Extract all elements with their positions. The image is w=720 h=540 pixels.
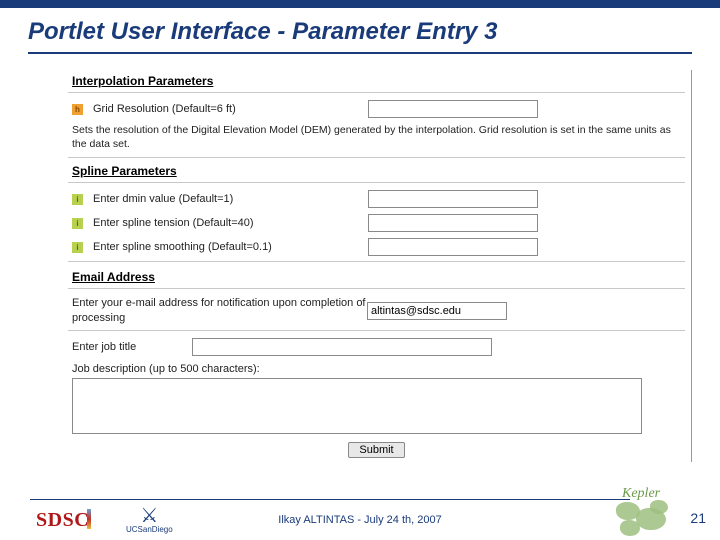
section-spline: Spline Parameters xyxy=(68,160,685,183)
page-number: 21 xyxy=(690,510,706,526)
trident-icon: ⚔ xyxy=(126,507,173,525)
grid-resolution-note: Sets the resolution of the Digital Eleva… xyxy=(68,121,685,158)
slide-top-bar xyxy=(0,0,720,8)
footer-caption: Ilkay ALTINTAS - July 24 th, 2007 xyxy=(278,514,441,526)
portlet-form: Interpolation Parameters h Grid Resoluti… xyxy=(68,70,692,462)
sdsc-text: SDSC xyxy=(36,509,89,531)
slide-title: Portlet User Interface - Parameter Entry… xyxy=(28,18,692,54)
section-interpolation: Interpolation Parameters xyxy=(68,70,685,93)
tension-row: i Enter spline tension (Default=40) xyxy=(68,211,685,235)
submit-row: Submit xyxy=(68,434,685,458)
jobdesc-textarea[interactable] xyxy=(72,378,642,434)
jobdesc-label: Job description (up to 500 characters): xyxy=(68,359,685,378)
email-label: Enter your e-mail address for notificati… xyxy=(72,296,367,325)
sdsc-accent-icon xyxy=(87,509,91,529)
tension-label: Enter spline tension (Default=40) xyxy=(93,217,368,229)
divider xyxy=(68,330,685,331)
tension-input[interactable] xyxy=(368,214,538,232)
ucsd-text: UCSanDiego xyxy=(126,525,173,534)
email-input[interactable] xyxy=(367,302,507,320)
help-icon[interactable]: h xyxy=(72,104,83,115)
email-row: Enter your e-mail address for notificati… xyxy=(68,293,685,328)
ucsd-logo: ⚔ UCSanDiego xyxy=(126,507,173,534)
dmin-row: i Enter dmin value (Default=1) xyxy=(68,187,685,211)
jobtitle-label: Enter job title xyxy=(72,341,192,353)
jobtitle-row: Enter job title xyxy=(68,335,685,359)
smoothing-row: i Enter spline smoothing (Default=0.1) xyxy=(68,235,685,259)
divider xyxy=(68,261,685,262)
grid-resolution-row: h Grid Resolution (Default=6 ft) xyxy=(68,97,685,121)
grid-resolution-input[interactable] xyxy=(368,100,538,118)
sdsc-logo: SDSC xyxy=(36,509,91,532)
slide-footer: SDSC ⚔ UCSanDiego Ilkay ALTINTAS - July … xyxy=(0,484,720,540)
smoothing-label: Enter spline smoothing (Default=0.1) xyxy=(93,241,368,253)
kepler-logo: Kepler xyxy=(612,486,676,538)
dmin-label: Enter dmin value (Default=1) xyxy=(93,193,368,205)
info-icon[interactable]: i xyxy=(72,218,83,229)
kepler-blob-icon xyxy=(620,520,640,536)
footer-divider xyxy=(30,499,630,500)
jobtitle-input[interactable] xyxy=(192,338,492,356)
dmin-input[interactable] xyxy=(368,190,538,208)
submit-button[interactable]: Submit xyxy=(348,442,404,458)
info-icon[interactable]: i xyxy=(72,242,83,253)
info-icon[interactable]: i xyxy=(72,194,83,205)
kepler-blob-icon xyxy=(650,500,668,514)
title-container: Portlet User Interface - Parameter Entry… xyxy=(0,8,720,58)
section-email: Email Address xyxy=(68,266,685,289)
grid-resolution-label: Grid Resolution (Default=6 ft) xyxy=(93,103,368,115)
smoothing-input[interactable] xyxy=(368,238,538,256)
